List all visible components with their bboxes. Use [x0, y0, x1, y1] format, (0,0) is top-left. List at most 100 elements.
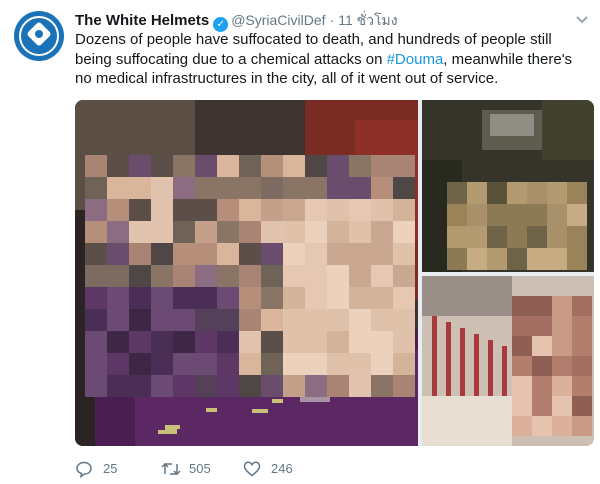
tweet-timestamp[interactable]: 11 ชั่วโมง [338, 12, 397, 28]
author-handle[interactable]: @SyriaCivilDef [231, 12, 325, 28]
pixel-block [107, 221, 129, 243]
pixel-block [239, 309, 261, 331]
pixel-block [217, 243, 239, 265]
pixel-block [173, 265, 195, 287]
pixel-block [261, 375, 283, 397]
caret-down-icon[interactable] [574, 12, 590, 28]
reply-count: 25 [103, 461, 118, 476]
pixel-block [349, 375, 371, 397]
pixel-block [327, 221, 349, 243]
pixel-block [151, 155, 173, 177]
pixel-block [552, 376, 572, 396]
media-photo-3[interactable] [422, 276, 594, 446]
pixel-block [85, 243, 107, 265]
pixel-block [239, 199, 261, 221]
pixel-block [129, 309, 151, 331]
pixel-block [107, 375, 129, 397]
pixel-block [107, 287, 129, 309]
pixel-block [349, 243, 371, 265]
author-avatar[interactable] [14, 11, 64, 61]
pixel-block [542, 100, 594, 160]
pixel-block [572, 416, 592, 436]
pixel-block [305, 155, 327, 177]
tweet[interactable]: The White Helmets ✓ @SyriaCivilDef · 11 ชั่ว… [0, 0, 600, 484]
pixel-block [349, 177, 371, 199]
pixel-block [239, 353, 261, 375]
pixel-block [129, 375, 151, 397]
pixel-block [195, 221, 217, 243]
pixel-block [532, 396, 552, 416]
pixel-block [349, 331, 371, 353]
pixel-block [393, 309, 415, 331]
pixel-block [305, 243, 327, 265]
pixel-block [151, 287, 173, 309]
pixel-block [129, 353, 151, 375]
pixel-block [107, 177, 129, 199]
media-photo-2[interactable] [422, 100, 594, 272]
pixel-block [239, 265, 261, 287]
pixel-block [305, 177, 327, 199]
pixel-block [129, 177, 151, 199]
pixel-block [547, 248, 567, 270]
pixel-block [217, 331, 239, 353]
tweet-header: The White Helmets ✓ @SyriaCivilDef · 11 ชั่ว… [75, 10, 398, 32]
pixel-block [572, 296, 592, 316]
pixel-block [129, 155, 151, 177]
pixel-block [447, 182, 467, 204]
pixel-block [195, 353, 217, 375]
pixel-block [107, 309, 129, 331]
pixel-block [393, 287, 415, 309]
pixel-block [283, 199, 305, 221]
pixel-block [572, 336, 592, 356]
pixel-block [532, 416, 552, 436]
pixel-block [195, 199, 217, 221]
pixel-block [552, 356, 572, 376]
hashtag-link[interactable]: #Douma [387, 51, 444, 68]
pixel-block [572, 356, 592, 376]
pixel-block [85, 331, 107, 353]
pixel-block [552, 416, 572, 436]
pixel-block [327, 375, 349, 397]
pixel-block [283, 287, 305, 309]
pixel-block [327, 177, 349, 199]
pixel-block [129, 265, 151, 287]
pixel-block [567, 182, 587, 204]
pixel-block [371, 331, 393, 353]
pixel-block [507, 182, 527, 204]
pixel-block [217, 353, 239, 375]
pixel-block [217, 265, 239, 287]
pixel-block [512, 356, 532, 376]
pixel-block [283, 353, 305, 375]
pixel-block [532, 316, 552, 336]
pixel-block [151, 331, 173, 353]
pixel-block [151, 243, 173, 265]
pixel-block [327, 265, 349, 287]
pixel-block [239, 375, 261, 397]
pixel-block [393, 375, 415, 397]
author-name[interactable]: The White Helmets [75, 12, 209, 29]
pixel-block [173, 353, 195, 375]
pixel-block [151, 375, 173, 397]
pixel-block [217, 199, 239, 221]
pixel-block [552, 316, 572, 336]
pixel-block [490, 114, 534, 136]
pixel-block [305, 221, 327, 243]
pixel-block [447, 226, 467, 248]
pixel-block [527, 248, 547, 270]
pixel-block [151, 199, 173, 221]
media-photo-1[interactable] [75, 100, 418, 446]
pixel-block [552, 396, 572, 416]
pixel-block [371, 353, 393, 375]
pixel-block [327, 309, 349, 331]
pixel-block [305, 309, 327, 331]
pixel-block [527, 226, 547, 248]
pixel-block [283, 375, 305, 397]
pixel-block [85, 265, 107, 287]
pixel-block [447, 204, 467, 226]
pixel-block [173, 243, 195, 265]
pixel-block [217, 155, 239, 177]
pixel-block [195, 287, 217, 309]
pixel-block [217, 221, 239, 243]
pixel-block [195, 265, 217, 287]
media-grid [75, 100, 594, 446]
